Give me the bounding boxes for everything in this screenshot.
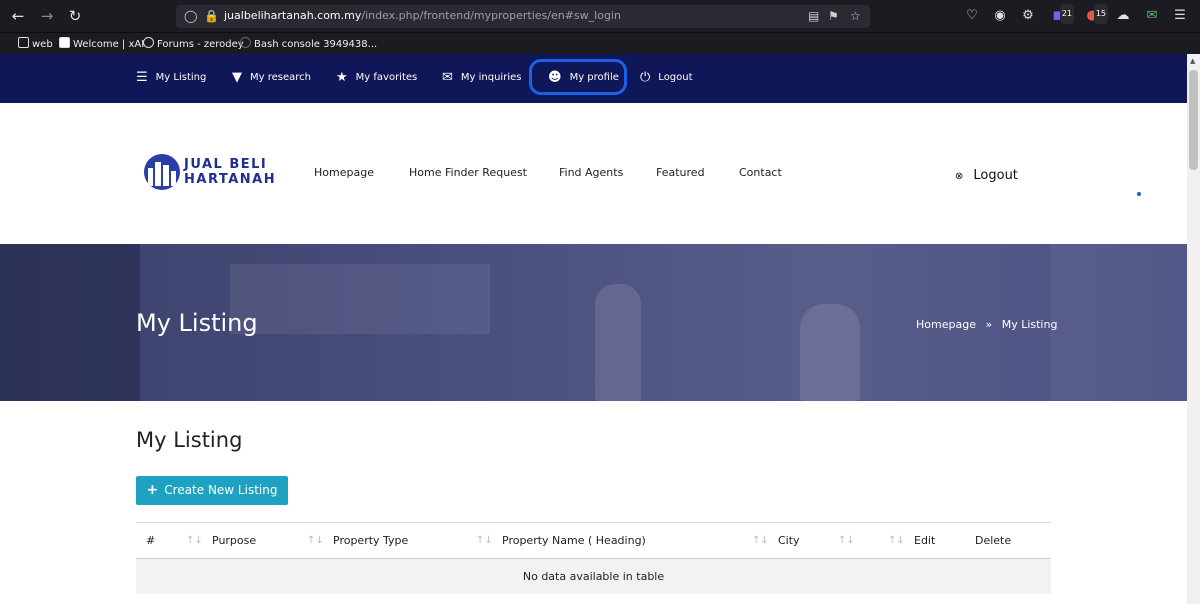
topbar-label: My profile [569, 72, 619, 83]
sort-icon[interactable]: ↑↓ [838, 535, 855, 546]
breadcrumb-home[interactable]: Homepage [916, 318, 976, 331]
logo-line-1: JUAL BELI [184, 157, 268, 172]
url-text[interactable]: jualbelihartanah.com.my/index.php/fronte… [224, 9, 621, 22]
reload-icon[interactable]: ↻ [65, 6, 85, 26]
url-path: /index.php/frontend/myproperties/en#sw_l… [361, 9, 621, 22]
col-purpose[interactable]: Purpose [212, 534, 256, 547]
building-logo-icon [144, 154, 180, 190]
address-bar[interactable]: ◯ 🔒 jualbelihartanah.com.my/index.php/fr… [176, 5, 870, 28]
header-logout-link[interactable]: ⊗ Logout [955, 168, 1018, 183]
create-button-label: Create New Listing [164, 483, 278, 497]
flag-icon[interactable]: ⚑ [828, 9, 839, 23]
bookmark-label: web [32, 39, 53, 50]
mail-ext-icon[interactable]: ✉ [1142, 6, 1162, 26]
col-number[interactable]: # [146, 534, 155, 547]
col-property-name[interactable]: Property Name ( Heading) [502, 534, 646, 547]
forward-icon[interactable]: → [37, 6, 57, 26]
nav-contact[interactable]: Contact [739, 166, 782, 179]
folder-icon [18, 37, 29, 48]
hero-title: My Listing [136, 309, 258, 337]
col-edit: Edit [914, 534, 936, 547]
extension-badge-icon[interactable]: ● 15 [1082, 4, 1108, 26]
topbar-my-favorites[interactable]: ★ My favorites [336, 70, 417, 85]
bookmark-bash[interactable]: Bash console 3949438... [240, 37, 377, 50]
bookmark-forums[interactable]: Forums - zerodey [143, 37, 244, 50]
col-property-type[interactable]: Property Type [333, 534, 408, 547]
logout-icon: ⊗ [955, 171, 964, 182]
envelope-icon: ✉ [442, 70, 453, 85]
col-delete: Delete [975, 534, 1012, 547]
scroll-thumb[interactable] [1189, 70, 1198, 170]
topbar-my-inquiries[interactable]: ✉ My inquiries [442, 70, 521, 85]
sort-icon[interactable]: ↑↓ [888, 535, 905, 546]
ublock-badge: 21 [1059, 4, 1074, 24]
bookmarks-bar: web Welcome | xAI Forums - zerodey Bash … [0, 32, 1200, 54]
ublock-icon[interactable]: ◼ 21 [1048, 4, 1074, 26]
topbar-my-profile[interactable]: ☻ My profile [548, 70, 619, 85]
nav-home-finder-request[interactable]: Home Finder Request [409, 166, 527, 179]
plus-icon: + [146, 482, 159, 498]
topbar-label: Logout [658, 72, 693, 83]
power-icon: ⏻ [640, 70, 651, 85]
console-icon [240, 37, 251, 48]
nav-find-agents[interactable]: Find Agents [559, 166, 623, 179]
topbar-label: My Listing [155, 72, 207, 83]
logo-line-2: HARTANAH [184, 172, 277, 187]
breadcrumb: Homepage » My Listing [916, 318, 1057, 331]
menu-icon[interactable]: ☰ [1170, 6, 1190, 26]
bookmark-star-icon[interactable]: ☆ [850, 9, 861, 23]
shield-icon[interactable]: ◯ [184, 9, 197, 23]
topbar-my-listing[interactable]: ☰ My Listing [136, 70, 206, 85]
sort-icon[interactable]: ↑↓ [186, 535, 203, 546]
scroll-up-icon[interactable]: ▲ [1190, 57, 1195, 65]
sort-icon[interactable]: ↑↓ [476, 535, 493, 546]
topbar-logout[interactable]: ⏻ Logout [640, 70, 693, 85]
cloud-icon[interactable]: ☁ [1113, 6, 1133, 26]
bookmark-web[interactable]: web [18, 37, 53, 50]
filter-icon: ▼ [232, 70, 242, 85]
xai-icon [59, 37, 70, 48]
create-new-listing-button[interactable]: + Create New Listing [136, 476, 288, 505]
sort-icon[interactable]: ↑↓ [752, 535, 769, 546]
table-header: # ↑↓ Purpose ↑↓ Property Type ↑↓ Propert… [136, 522, 1051, 559]
col-city[interactable]: City [778, 534, 800, 547]
topbar-label: My research [250, 72, 311, 83]
logo-text: JUAL BELI HARTANAH [184, 157, 276, 187]
user-icon: ☻ [548, 70, 562, 85]
page-title: My Listing [136, 428, 243, 452]
star-icon: ★ [336, 70, 348, 85]
topbar-my-research[interactable]: ▼ My research [232, 70, 311, 85]
header-logout-label: Logout [973, 168, 1018, 183]
bookmark-label: Forums - zerodey [157, 39, 244, 50]
sort-icon[interactable]: ↑↓ [307, 535, 324, 546]
url-domain: jualbelihartanah.com.my [224, 9, 362, 22]
bookmark-label: Welcome | xAI [73, 39, 145, 50]
reader-view-icon[interactable]: ▤ [808, 9, 819, 23]
decorative-dot [1137, 192, 1141, 196]
list-icon: ☰ [136, 70, 148, 85]
bookmark-xai[interactable]: Welcome | xAI [59, 37, 144, 50]
account-icon[interactable]: ◉ [990, 6, 1010, 26]
pocket-icon[interactable]: ♡ [962, 6, 982, 26]
table-empty-row: No data available in table [136, 559, 1051, 594]
breadcrumb-separator: » [985, 318, 993, 331]
extension-badge: 15 [1093, 4, 1108, 24]
nav-featured[interactable]: Featured [656, 166, 705, 179]
back-icon[interactable]: ← [8, 6, 28, 26]
nav-homepage[interactable]: Homepage [314, 166, 374, 179]
lock-icon[interactable]: 🔒 [204, 9, 219, 23]
breadcrumb-current: My Listing [1001, 318, 1058, 331]
browser-toolbar: ← → ↻ ◯ 🔒 jualbelihartanah.com.my/index.… [0, 0, 1200, 32]
globe-icon [143, 37, 154, 48]
extensions-icon[interactable]: ⚙ [1018, 6, 1038, 26]
topbar-label: My favorites [355, 72, 418, 83]
topbar-label: My inquiries [460, 72, 522, 83]
bookmark-label: Bash console 3949438... [254, 39, 378, 50]
